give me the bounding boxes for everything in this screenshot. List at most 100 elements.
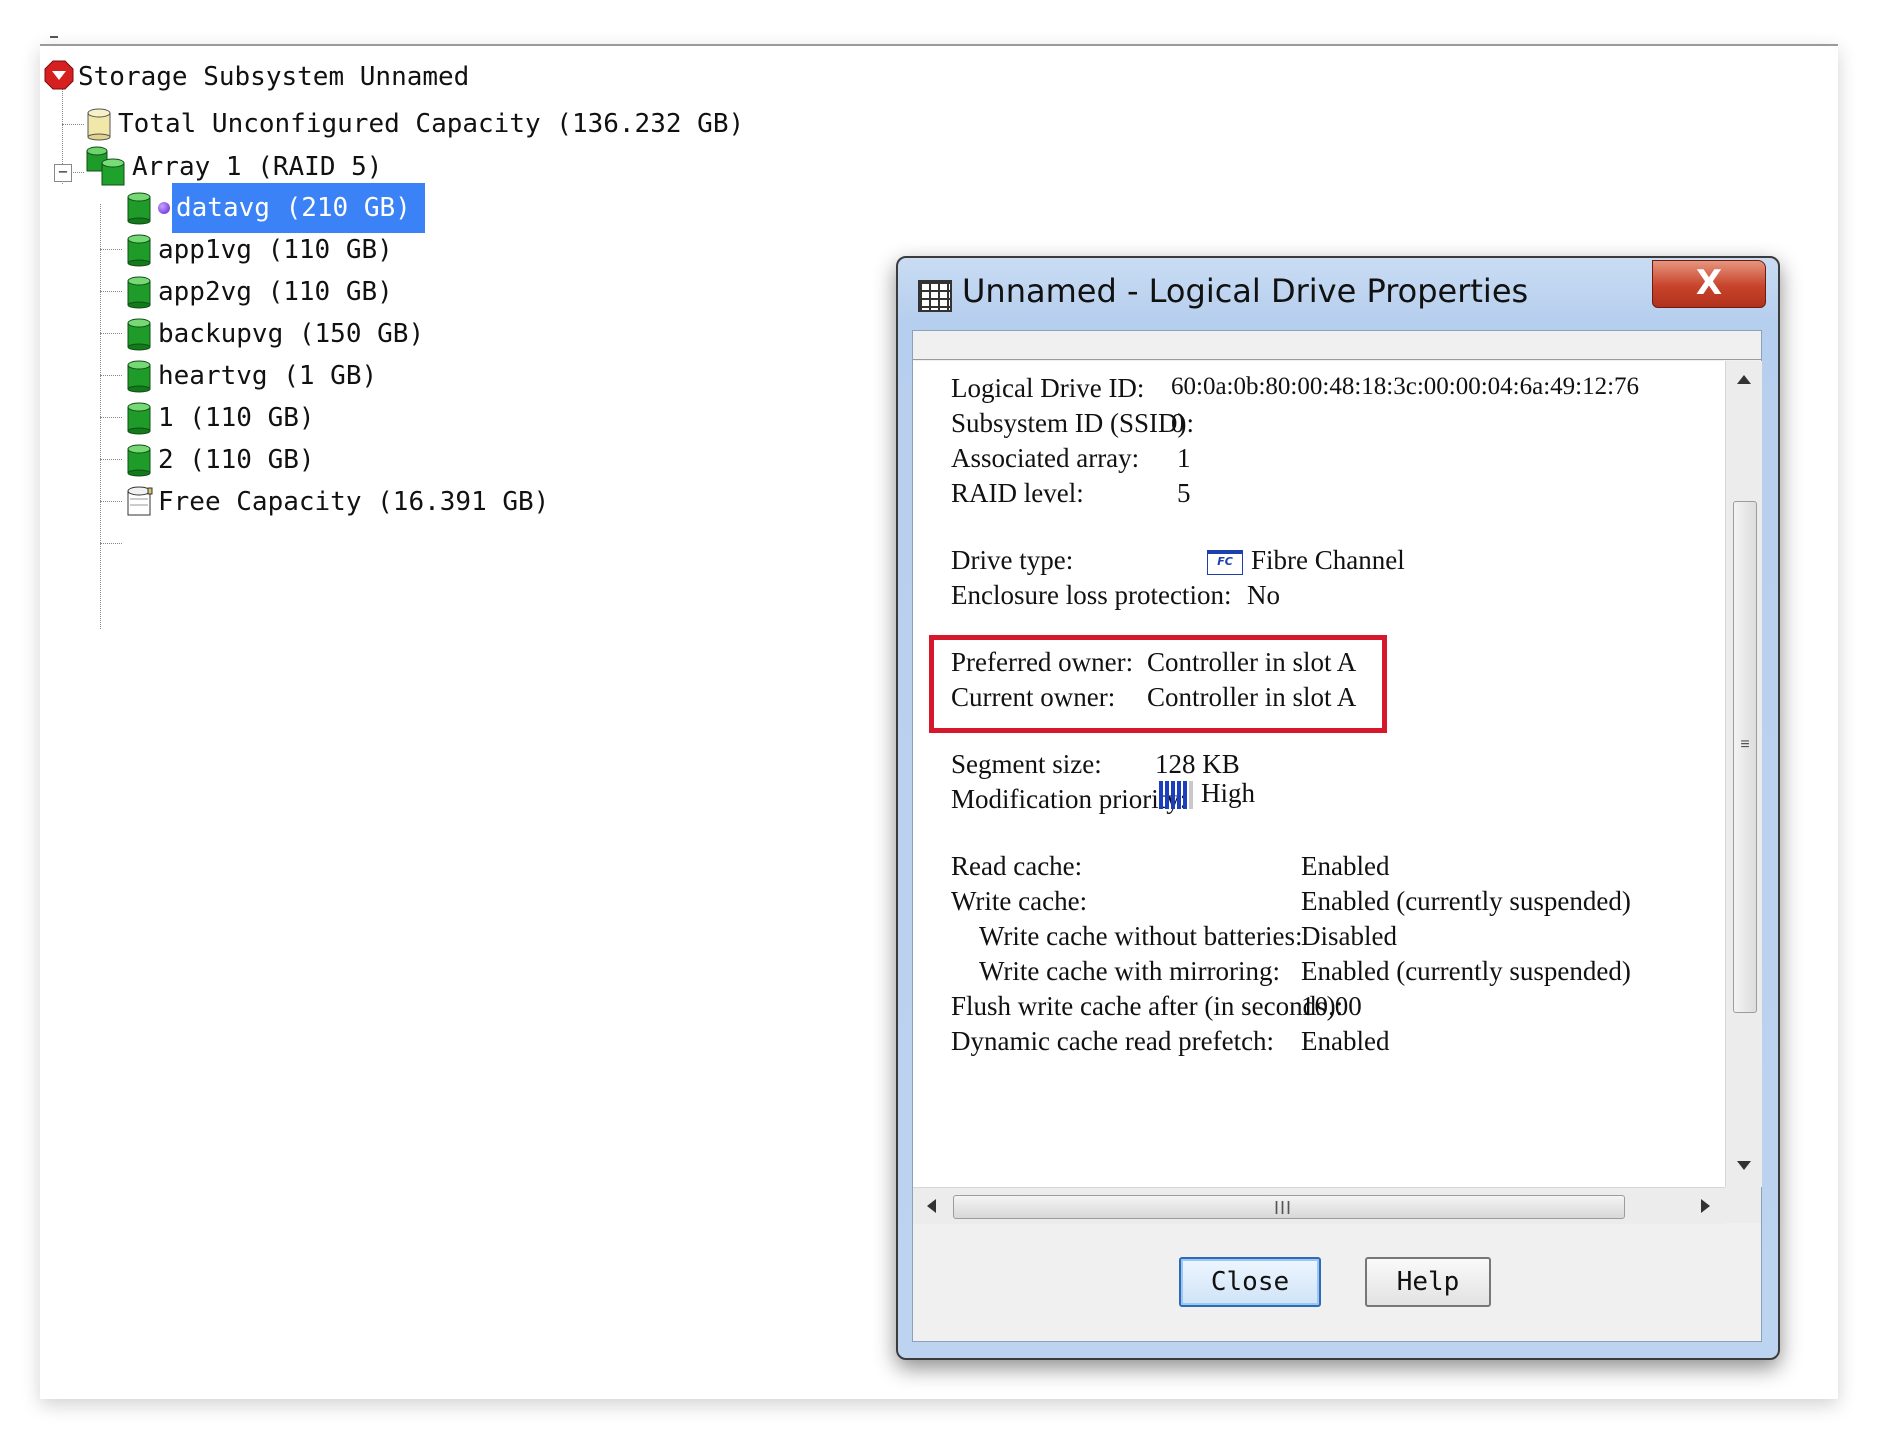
property-value: Enabled — [1301, 1026, 1390, 1056]
tree-node-label: 2 (110 GB) — [158, 445, 315, 475]
tree-node-drive-app2vg[interactable]: app2vg (110 GB) — [124, 271, 393, 313]
property-value: Enabled (currently suspended) — [1301, 886, 1631, 916]
logical-drive-icon — [124, 275, 154, 309]
vertical-scrollbar[interactable]: ≡ — [1725, 361, 1762, 1187]
logical-drive-icon — [124, 317, 154, 351]
property-label: Write cache: — [951, 886, 1088, 916]
property-label: Write cache with mirroring: — [979, 956, 1281, 986]
property-value: Enabled — [1301, 851, 1390, 881]
property-read-cache: Read cache: Enabled — [951, 851, 1389, 882]
property-label: RAID level: — [951, 478, 1084, 508]
property-value: 10.00 — [1301, 991, 1362, 1021]
dialog-body: Logical Drive ID: 60:0a:0b:80:00:48:18:3… — [912, 330, 1762, 1342]
storage-subsystem-alert-icon — [44, 60, 74, 94]
priority-text: High — [1201, 778, 1255, 808]
array-collapse-toggle[interactable]: − — [54, 164, 72, 182]
scroll-left-arrow-icon[interactable] — [927, 1199, 936, 1213]
priority-level-bars-icon — [1159, 780, 1195, 811]
tree-node-storage-subsystem[interactable]: Storage Subsystem Unnamed — [44, 56, 469, 98]
properties-scroll-view[interactable]: Logical Drive ID: 60:0a:0b:80:00:48:18:3… — [913, 361, 1725, 1187]
tree-node-drive-heartvg[interactable]: heartvg (1 GB) — [124, 355, 377, 397]
screenshot-canvas: Storage Subsystem Unnamed Total Unconfig… — [40, 36, 1838, 1399]
help-button[interactable]: Help — [1365, 1257, 1491, 1307]
property-logical-drive-id: Logical Drive ID: 60:0a:0b:80:00:48:18:3… — [951, 373, 1639, 404]
selection-bullet-icon — [158, 202, 170, 214]
tree-node-drive-2[interactable]: 2 (110 GB) — [124, 439, 315, 481]
scroll-grip-icon: ≡ — [1740, 736, 1750, 753]
property-label: Subsystem ID (SSID): — [951, 408, 1195, 438]
scroll-down-arrow-icon[interactable] — [1737, 1161, 1751, 1170]
dialog-title: Unnamed - Logical Drive Properties — [962, 272, 1529, 310]
property-value: 1 — [1177, 443, 1191, 473]
tree-node-array-1[interactable]: Array 1 (RAID 5) — [84, 146, 382, 188]
tree-node-drive-datavg[interactable]: datavg (210 GB) — [124, 183, 425, 233]
property-value: FC Fibre Channel — [1207, 545, 1405, 576]
tree-node-label: Array 1 (RAID 5) — [132, 152, 383, 182]
scroll-right-arrow-icon[interactable] — [1701, 1199, 1710, 1213]
logical-drive-icon — [124, 443, 154, 477]
property-enclosure-loss-protection: Enclosure loss protection: No — [951, 580, 1280, 611]
tree-node-unconfigured-capacity[interactable]: Total Unconfigured Capacity (136.232 GB) — [84, 103, 744, 145]
property-label: Write cache without batteries: — [979, 921, 1303, 951]
property-label: Segment size: — [951, 749, 1102, 779]
scroll-up-arrow-icon[interactable] — [1737, 375, 1751, 384]
storage-tree: Storage Subsystem Unnamed Total Unconfig… — [40, 44, 900, 744]
property-dynamic-cache-read-prefetch: Dynamic cache read prefetch: Enabled — [951, 1026, 1389, 1057]
tree-node-drive-1[interactable]: 1 (110 GB) — [124, 397, 315, 439]
window-close-button[interactable]: X — [1652, 260, 1766, 308]
property-label: Logical Drive ID: — [951, 373, 1145, 403]
free-capacity-disk-icon — [124, 485, 154, 519]
fibre-channel-icon: FC — [1207, 550, 1243, 576]
logical-drive-icon — [124, 401, 154, 435]
close-button[interactable]: Close — [1179, 1257, 1321, 1307]
horizontal-scrollbar[interactable]: III — [913, 1187, 1725, 1224]
dialog-title-bar[interactable]: Unnamed - Logical Drive Properties X — [898, 258, 1778, 328]
dialog-tab-strip — [913, 331, 1761, 360]
property-label: Dynamic cache read prefetch: — [951, 1026, 1275, 1056]
tree-node-label: app2vg (110 GB) — [158, 277, 393, 307]
property-value: High — [1159, 778, 1255, 811]
logical-drive-icon — [124, 191, 154, 225]
top-mark — [50, 36, 58, 38]
property-label: Flush write cache after (in seconds): — [951, 991, 1344, 1021]
property-label: Drive type: — [951, 545, 1074, 575]
tree-node-free-capacity[interactable]: Free Capacity (16.391 GB) — [124, 481, 549, 523]
dialog-window-icon — [918, 280, 952, 312]
property-value: 0 — [1171, 408, 1185, 438]
unconfigured-disk-icon — [84, 107, 114, 141]
tree-node-label: 1 (110 GB) — [158, 403, 315, 433]
property-segment-size: Segment size: 128 KB — [951, 749, 1240, 780]
property-write-cache: Write cache: Enabled (currently suspende… — [951, 886, 1631, 917]
property-associated-array: Associated array: 1 — [951, 443, 1191, 474]
logical-drive-icon — [124, 359, 154, 393]
property-current-owner: Current owner: Controller in slot A — [951, 682, 1356, 713]
tree-node-label: Free Capacity (16.391 GB) — [158, 487, 550, 517]
property-value: 60:0a:0b:80:00:48:18:3c:00:00:04:6a:49:1… — [1171, 373, 1640, 400]
property-write-cache-without-batteries: Write cache without batteries: Disabled — [979, 921, 1397, 952]
horizontal-scroll-thumb[interactable]: III — [953, 1195, 1625, 1219]
array-disks-icon — [84, 145, 128, 189]
tree-node-label: datavg (210 GB) — [172, 183, 425, 233]
tree-node-label: app1vg (110 GB) — [158, 235, 393, 265]
property-value: 128 KB — [1155, 749, 1240, 779]
property-drive-type: Drive type: FC Fibre Channel — [951, 545, 1405, 576]
property-preferred-owner: Preferred owner: Controller in slot A — [951, 647, 1356, 678]
tree-node-label: heartvg (1 GB) — [158, 361, 378, 391]
logical-drive-properties-dialog: Unnamed - Logical Drive Properties X Log… — [896, 256, 1780, 1360]
tree-node-drive-app1vg[interactable]: app1vg (110 GB) — [124, 229, 393, 271]
property-value: No — [1247, 580, 1280, 610]
tree-node-label: backupvg (150 GB) — [158, 319, 425, 349]
tree-node-label: Storage Subsystem Unnamed — [78, 62, 470, 92]
scroll-grip-label: III — [1274, 1198, 1293, 1218]
property-raid-level: RAID level: 5 — [951, 478, 1191, 509]
logical-drive-icon — [124, 233, 154, 267]
property-label: Preferred owner: — [951, 647, 1134, 677]
tree-node-label: Total Unconfigured Capacity (136.232 GB) — [118, 109, 745, 139]
property-value: Enabled (currently suspended) — [1301, 956, 1631, 986]
property-value: Controller in slot A — [1147, 682, 1357, 712]
vertical-scroll-thumb[interactable]: ≡ — [1733, 501, 1757, 1013]
property-value: Controller in slot A — [1147, 647, 1357, 677]
property-label: Associated array: — [951, 443, 1140, 473]
tree-node-drive-backupvg[interactable]: backupvg (150 GB) — [124, 313, 424, 355]
scrollbar-corner — [1725, 1187, 1761, 1223]
